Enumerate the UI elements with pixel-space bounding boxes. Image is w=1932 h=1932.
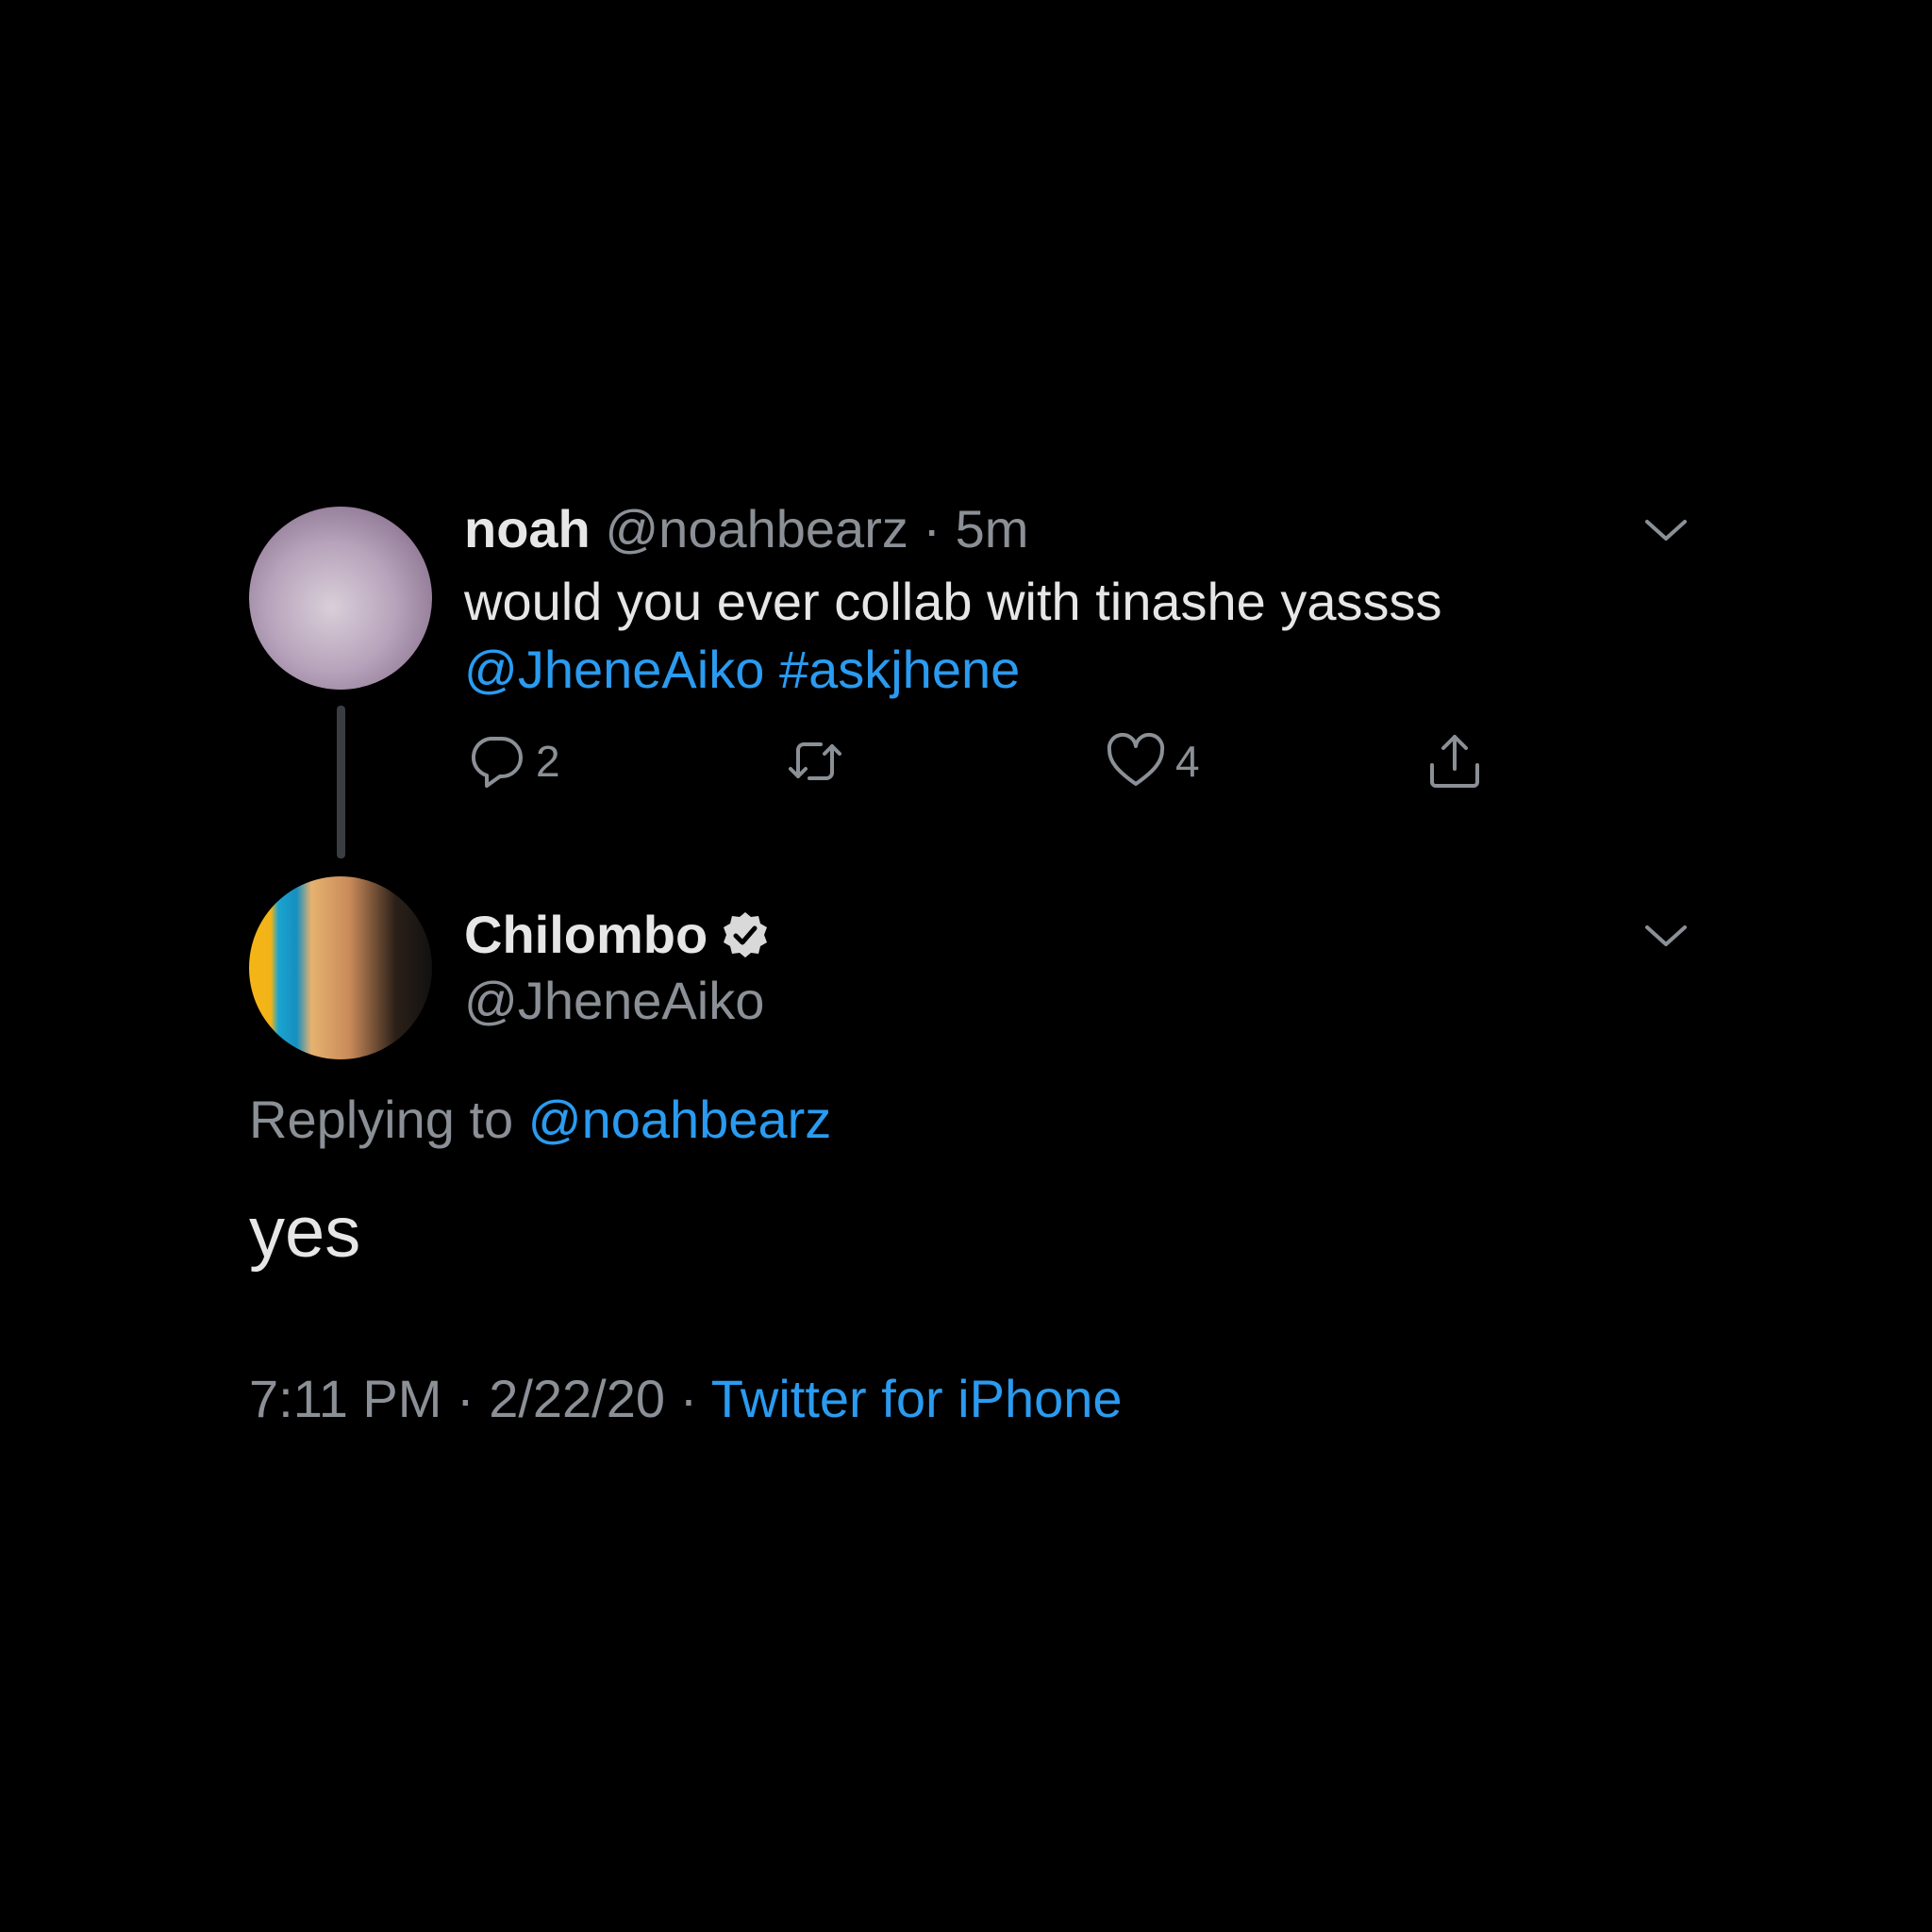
replying-to-handle[interactable]: @noahbearz [528,1090,832,1149]
separator-dot: · [456,1369,475,1428]
avatar-chilombo[interactable] [249,876,432,1059]
reply-author: Chilombo [464,904,770,966]
chevron-down-icon[interactable] [1643,516,1689,544]
retweet-button[interactable] [785,728,845,794]
tweet-date[interactable]: 2/22/20 [489,1369,665,1428]
mention-link[interactable]: @JheneAiko [464,640,764,699]
reply-icon [471,737,523,788]
heart-icon [1107,732,1165,786]
reply-button[interactable]: 2 [466,728,560,794]
like-button[interactable]: 4 [1106,728,1200,794]
avatar-noah[interactable] [249,507,432,690]
share-icon [1430,735,1479,788]
separator-dot: · [679,1369,698,1428]
author-handle[interactable]: @noahbearz [605,499,908,558]
share-button[interactable] [1424,728,1485,794]
tweet-metadata: 7:11 PM · 2/22/20 · Twitter for iPhone [249,1368,1123,1430]
verified-badge-icon [724,912,768,958]
tweet-links: @JheneAiko #askjhene [464,636,1020,704]
author-name[interactable]: noah [464,499,591,558]
tweet-text: would you ever collab with tinashe yasss… [464,572,1442,631]
reply-count: 2 [536,737,560,786]
author-name[interactable]: Chilombo [464,904,708,966]
author-handle[interactable]: @JheneAiko [464,970,764,1032]
separator-dot: · [923,499,941,558]
tweet-time[interactable]: 5m [956,499,1029,558]
tweet-source-link[interactable]: Twitter for iPhone [711,1369,1123,1428]
like-count: 4 [1175,737,1200,786]
chevron-down-icon[interactable] [1643,922,1689,950]
tweet-time[interactable]: 7:11 PM [249,1369,441,1428]
tweet-header: noah @noahbearz · 5m [464,498,1028,560]
reply-text: yes [249,1192,361,1273]
hashtag-link[interactable]: #askjhene [779,640,1020,699]
thread-connector [337,706,345,858]
replying-to-label: Replying to [249,1090,514,1149]
replying-to: Replying to @noahbearz [249,1089,831,1151]
retweet-icon [789,742,841,780]
